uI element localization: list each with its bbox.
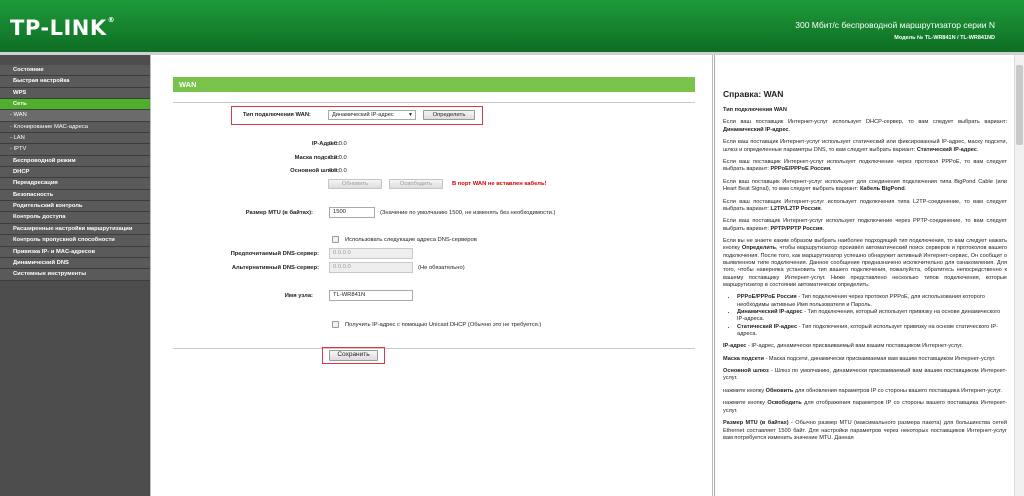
sidebar-item-wireless[interactable]: Беспроводной режим <box>0 155 150 168</box>
help-paragraph: Если ваш поставщик Интернет-услуг исполь… <box>723 119 1007 133</box>
list-item: Статический IP-адрес - Тип подключения, … <box>737 324 1007 339</box>
sidebar-item-access-control[interactable]: Контроль доступа <box>0 212 150 224</box>
scrollbar-thumb[interactable] <box>1016 65 1023 145</box>
sidebar-item-ip-mac-binding[interactable]: Привязка IP- и MAC-адресов <box>0 246 150 258</box>
gateway-label: Основной шлюз: <box>290 168 339 174</box>
alt-dns-note: (Не обязательно) <box>418 265 465 271</box>
model-number: Модель № TL-WR841N / TL-WR841ND <box>894 35 995 41</box>
unicast-label: Получить IP-адрес с помощью Unicast DHCP… <box>345 322 542 328</box>
subnet-mask-value: 0.0.0.0 <box>329 155 347 161</box>
alt-dns-input[interactable]: 0.0.0.0 <box>329 262 413 273</box>
divider <box>173 102 695 103</box>
sidebar-item-dynamic-dns[interactable]: Динамический DNS <box>0 257 150 270</box>
divider <box>173 348 695 349</box>
chevron-down-icon: ▼ <box>408 112 413 118</box>
mtu-note: (Значение по умолчанию 1500, не изменять… <box>380 210 556 216</box>
sidebar-item-dhcp[interactable]: DHCP <box>0 167 150 179</box>
use-dns-checkbox[interactable] <box>332 236 339 243</box>
main-panel: WAN Тип подключения WAN: Динамический IP… <box>150 55 713 496</box>
detect-button[interactable]: Определить <box>423 110 475 120</box>
help-paragraph: Если ваш поставщик Интернет-услуг исполь… <box>723 178 1007 193</box>
help-paragraph: Размер MTU (в байтах) - Обычно размер MT… <box>723 420 1007 441</box>
sidebar-item-parental-control[interactable]: Родительский контроль <box>0 201 150 213</box>
page-title: WAN <box>173 77 695 92</box>
sidebar-item-network[interactable]: Сеть <box>0 99 150 111</box>
help-paragraph: нажмите кнопку Освободить для отображени… <box>723 400 1007 414</box>
help-panel: Справка: WAN Тип подключения WAN Если ва… <box>714 55 1024 496</box>
sidebar-item-status[interactable]: Состояние <box>0 65 150 77</box>
help-paragraph: Если ваш поставщик Интернет-услуг исполь… <box>723 159 1007 173</box>
sidebar-item-system-tools[interactable]: Системные инструменты <box>0 269 150 281</box>
help-scrollbar[interactable] <box>1014 55 1024 496</box>
list-item: Динамический IP-адрес - Тип подключения,… <box>737 309 1007 324</box>
router-title: 300 Мбит/с беспроводной маршрутизатор се… <box>795 20 995 30</box>
ip-address-label: IP-Адрес: <box>311 141 339 147</box>
use-dns-label: Использовать следующие адреса DNS-сервер… <box>345 237 477 243</box>
subnet-mask-label: Маска подсети: <box>294 155 339 161</box>
wan-type-value: Динамический IP-адрес <box>332 112 394 118</box>
sidebar-item-lan[interactable]: - LAN <box>0 133 150 145</box>
gateway-value: 0.0.0.0 <box>329 168 347 174</box>
save-button[interactable]: Сохранить <box>329 350 378 361</box>
help-paragraph: Если ваш поставщик Интернет-услуг исполь… <box>723 139 1007 153</box>
release-button[interactable]: Освободить <box>389 179 443 189</box>
renew-button[interactable]: Обновить <box>328 179 382 189</box>
sidebar-item-forwarding[interactable]: Переадресация <box>0 178 150 190</box>
help-heading: Тип подключения WAN <box>723 107 787 113</box>
help-paragraph: Основной шлюз - Шлюз по умолчанию, динам… <box>723 368 1007 382</box>
help-paragraph: нажмите кнопку Обновить для обновления п… <box>723 387 1002 394</box>
sidebar-item-mac-clone[interactable]: - Клонирование MAC-адреса <box>0 121 150 134</box>
list-item: PPPoE/PPPoE Россия - Тип подключения чер… <box>737 294 1007 309</box>
unicast-checkbox[interactable] <box>332 321 339 328</box>
mtu-input[interactable]: 1500 <box>329 207 375 218</box>
wan-type-label: Тип подключения WAN: <box>242 112 311 118</box>
header-bar: TP-LINK® 300 Мбит/с беспроводной маршрут… <box>0 0 1024 52</box>
wan-type-select[interactable]: Динамический IP-адрес ▼ <box>328 110 416 120</box>
sidebar-item-bandwidth-control[interactable]: Контроль пропускной способности <box>0 235 150 247</box>
sidebar-item-wps[interactable]: WPS <box>0 87 150 100</box>
host-name-input[interactable]: TL-WR841N <box>329 290 413 301</box>
sidebar-item-security[interactable]: Безопасность <box>0 189 150 202</box>
cable-warning: В порт WAN не вставлен кабель! <box>452 181 547 187</box>
help-paragraph: Если ваш поставщик Интернет-услуг исполь… <box>723 198 1007 212</box>
primary-dns-input[interactable]: 0.0.0.0 <box>329 248 413 259</box>
sidebar-menu: Состояние Быстрая настройка WPS Сеть - W… <box>0 55 150 496</box>
ip-address-value: 0.0.0.0 <box>329 141 347 147</box>
sidebar-item-quick-setup[interactable]: Быстрая настройка <box>0 76 150 88</box>
tp-link-logo: TP-LINK® <box>10 16 116 40</box>
help-paragraph: Маска подсети - Маска подсети, динамичес… <box>723 355 996 362</box>
help-content: Справка: WAN Тип подключения WAN Если ва… <box>715 55 1015 496</box>
primary-dns-label: Предпочитаемый DNS-сервер: <box>230 251 319 257</box>
host-name-label: Имя узла: <box>284 293 313 299</box>
help-paragraph: IP-адрес - IP-адрес, динамически присваи… <box>723 343 963 350</box>
sidebar-item-iptv[interactable]: - IPTV <box>0 144 150 156</box>
help-title: Справка: WAN <box>723 89 784 99</box>
help-paragraph: Если ваш поставщик Интернет-услуг исполь… <box>723 218 1007 232</box>
sidebar-item-advanced-routing[interactable]: Расширенные настройки маршрутизации <box>0 223 150 236</box>
sidebar-item-wan[interactable]: - WAN <box>0 110 150 122</box>
help-paragraph: Если вы не знаете каким образом выбрать … <box>723 238 1007 288</box>
mtu-label: Размер MTU (в байтах): <box>245 210 313 216</box>
help-list: PPPoE/PPPoE Россия - Тип подключения чер… <box>737 294 1007 338</box>
alt-dns-label: Альтернативный DNS-сервер: <box>231 265 319 271</box>
